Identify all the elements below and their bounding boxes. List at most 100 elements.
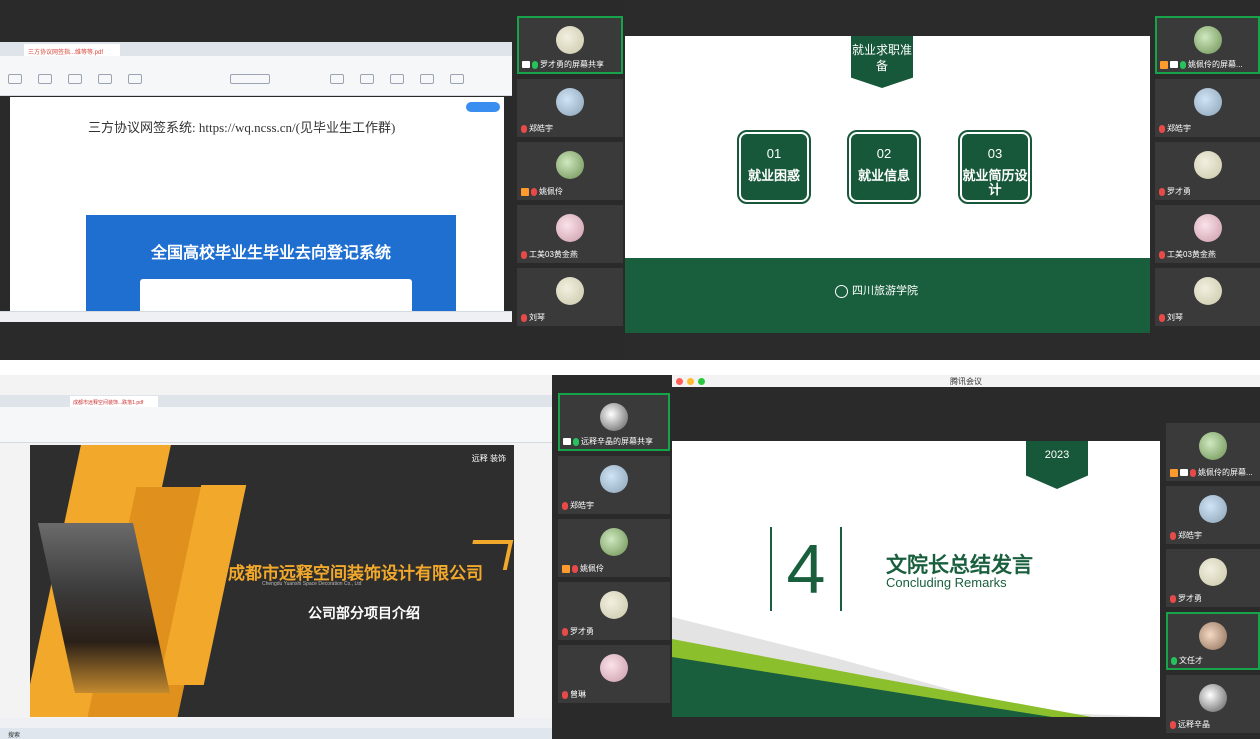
slide-closing: 2023 4 文院长总结发言 Concluding Remarks — [672, 441, 1160, 717]
school-logo: 四川旅游学院 — [835, 282, 918, 298]
school-name: 四川旅游学院 — [852, 285, 918, 297]
participant-name: 工美03黄金燕 — [1167, 250, 1216, 259]
page-input[interactable] — [230, 74, 270, 84]
participant-name-row: 姚佩伶的屏幕... — [1160, 59, 1256, 70]
participant-tile[interactable]: 郑皓宇 — [1166, 486, 1260, 544]
host-icon — [521, 187, 529, 196]
participant-name-row: 罗才勇的屏幕共享 — [522, 59, 619, 70]
topic-label: 就业信息 — [857, 168, 910, 183]
toolbar-button[interactable] — [390, 74, 404, 84]
participant-sidebar-bg: 远释辛晶的屏幕共享郑皓宇姚佩伶罗才勇曾琳 — [552, 375, 672, 739]
participant-tile[interactable]: 郑皓宇 — [558, 456, 670, 514]
mic-muted-icon — [1170, 720, 1176, 729]
participant-tile[interactable]: 曾琳 — [558, 645, 670, 703]
participant-tile[interactable]: 工美03黄金燕 — [517, 205, 623, 263]
ai-assistant-badge[interactable] — [466, 102, 500, 112]
mic-on-icon — [573, 437, 579, 446]
participant-sidebar-bg: 姚佩伶的屏幕... 郑皓宇罗才勇文任才远释辛晶 — [1160, 387, 1260, 739]
avatar — [1193, 214, 1222, 242]
wps-status-bar — [0, 718, 552, 728]
participant-sidebar: 姚佩伶的屏幕... 郑皓宇罗才勇工美03黄金燕刘琴 — [1155, 16, 1260, 326]
participant-tile[interactable]: 罗才勇 — [1155, 142, 1260, 200]
pdf-page: 远释 装饰 成都市远释空间装饰设计有限公司 Chengdu Yuanshi Sp… — [30, 445, 514, 717]
participant-tile[interactable]: 姚佩伶 — [517, 142, 623, 200]
participant-tile[interactable]: 远释辛晶 — [1166, 675, 1260, 733]
window-title: 腾讯会议 — [950, 377, 982, 386]
participant-tile[interactable]: 姚佩伶的屏幕... — [1166, 423, 1260, 481]
screen-share-icon — [563, 438, 571, 445]
participant-name: 郑皓宇 — [529, 124, 553, 133]
screen-share-panel-2: 就业求职准备 01 就业困惑 02 就业信息 03 就业简历设计 四川旅游学院 … — [625, 0, 1260, 360]
avatar — [1199, 684, 1227, 712]
participant-tile[interactable]: 刘琴 — [517, 268, 623, 326]
slide-tag: 就业求职准备 — [851, 36, 913, 88]
avatar — [1193, 151, 1222, 179]
topic-card: 02 就业信息 — [847, 130, 921, 204]
participant-name-row: 罗才勇 — [562, 626, 667, 637]
screen-share-panel-1: 三方协议网签指...维等等.pdf 三方协议网签系统: https://wq.n… — [0, 0, 625, 360]
slide-subtitle: 公司部分项目介绍 — [308, 605, 420, 621]
toolbar-button[interactable] — [330, 74, 344, 84]
toolbar-button[interactable] — [360, 74, 374, 84]
host-icon — [1170, 468, 1178, 477]
avatar — [556, 26, 584, 54]
mic-muted-icon — [1159, 187, 1165, 196]
participant-name: 郑皓宇 — [1178, 531, 1202, 540]
toolbar-button[interactable] — [450, 74, 464, 84]
toolbar-button[interactable] — [38, 74, 52, 84]
meeting-window: 腾讯会议 2023 4 文院长总结发言 Concluding Remarks 姚… — [672, 375, 1260, 739]
participant-name: 姚佩伶的屏幕... — [1188, 60, 1243, 69]
toolbar-button[interactable] — [68, 74, 82, 84]
participant-name: 郑皓宇 — [570, 501, 594, 510]
participant-tile[interactable]: 姚佩伶的屏幕... — [1155, 16, 1260, 74]
avatar — [556, 277, 584, 305]
banner-title: 全国高校毕业生毕业去向登记系统 — [150, 245, 391, 262]
participant-tile[interactable]: 郑皓宇 — [1155, 79, 1260, 137]
pdf-page: 三方协议网签系统: https://wq.ncss.cn/(见毕业生工作群) 全… — [10, 97, 504, 319]
pdf-document-tab[interactable]: 成都市远释空间装饰...跌落1.pdf — [70, 396, 158, 407]
avatar — [1199, 558, 1227, 586]
participant-tile[interactable]: 文任才 — [1166, 612, 1260, 670]
toolbar-button[interactable] — [8, 74, 22, 84]
participant-name-row: 罗才勇 — [1159, 186, 1257, 197]
host-icon — [562, 564, 570, 573]
mic-muted-icon — [521, 124, 527, 133]
slide-subtitle: Concluding Remarks — [886, 575, 1007, 590]
participant-name-row: 远释辛晶的屏幕共享 — [563, 436, 666, 447]
participant-tile[interactable]: 刘琴 — [1155, 268, 1260, 326]
pdf-document-tab[interactable]: 三方协议网签指...维等等.pdf — [24, 44, 120, 56]
participant-tile[interactable]: 姚佩伶 — [558, 519, 670, 577]
mic-muted-icon — [562, 501, 568, 510]
participant-tile[interactable]: 罗才勇 — [1166, 549, 1260, 607]
avatar — [556, 88, 584, 116]
toolbar-button[interactable] — [98, 74, 112, 84]
participant-name-row: 工美03黄金燕 — [1159, 249, 1257, 260]
participant-name: 姚佩伶 — [539, 187, 563, 196]
screen-share-icon — [522, 61, 530, 68]
wps-tab-bar: 成都市远释空间装饰...跌落1.pdf — [0, 395, 552, 407]
toolbar-button[interactable] — [128, 74, 142, 84]
wps-status-bar — [0, 311, 512, 322]
participant-tile[interactable]: 远释辛晶的屏幕共享 — [558, 393, 670, 451]
participant-tile[interactable]: 郑皓宇 — [517, 79, 623, 137]
topic-card: 03 就业简历设计 — [958, 130, 1032, 204]
wps-tab-bar: 三方协议网签指...维等等.pdf — [0, 42, 512, 56]
slide-employment: 就业求职准备 01 就业困惑 02 就业信息 03 就业简历设计 四川旅游学院 — [625, 36, 1150, 333]
participant-tile[interactable]: 罗才勇 — [558, 582, 670, 640]
avatar — [600, 591, 628, 619]
toolbar-button[interactable] — [420, 74, 434, 84]
section-number: 4 — [786, 530, 826, 608]
decor-swoosh — [672, 617, 1160, 717]
taskbar-search[interactable]: 搜索 — [8, 733, 20, 739]
participant-name-row: 文任才 — [1171, 655, 1256, 666]
participant-tile[interactable]: 工美03黄金燕 — [1155, 205, 1260, 263]
participant-sidebar: 远释辛晶的屏幕共享郑皓宇姚佩伶罗才勇曾琳 — [558, 393, 670, 703]
participant-tile[interactable]: 罗才勇的屏幕共享 — [517, 16, 623, 74]
avatar — [556, 214, 584, 242]
mic-muted-icon — [572, 564, 578, 573]
participant-name: 罗才勇 — [570, 627, 594, 636]
avatar — [1199, 432, 1227, 460]
participant-name-row: 刘琴 — [521, 312, 620, 323]
topic-number: 02 — [876, 146, 892, 161]
topic-card: 01 就业困惑 — [737, 130, 811, 204]
